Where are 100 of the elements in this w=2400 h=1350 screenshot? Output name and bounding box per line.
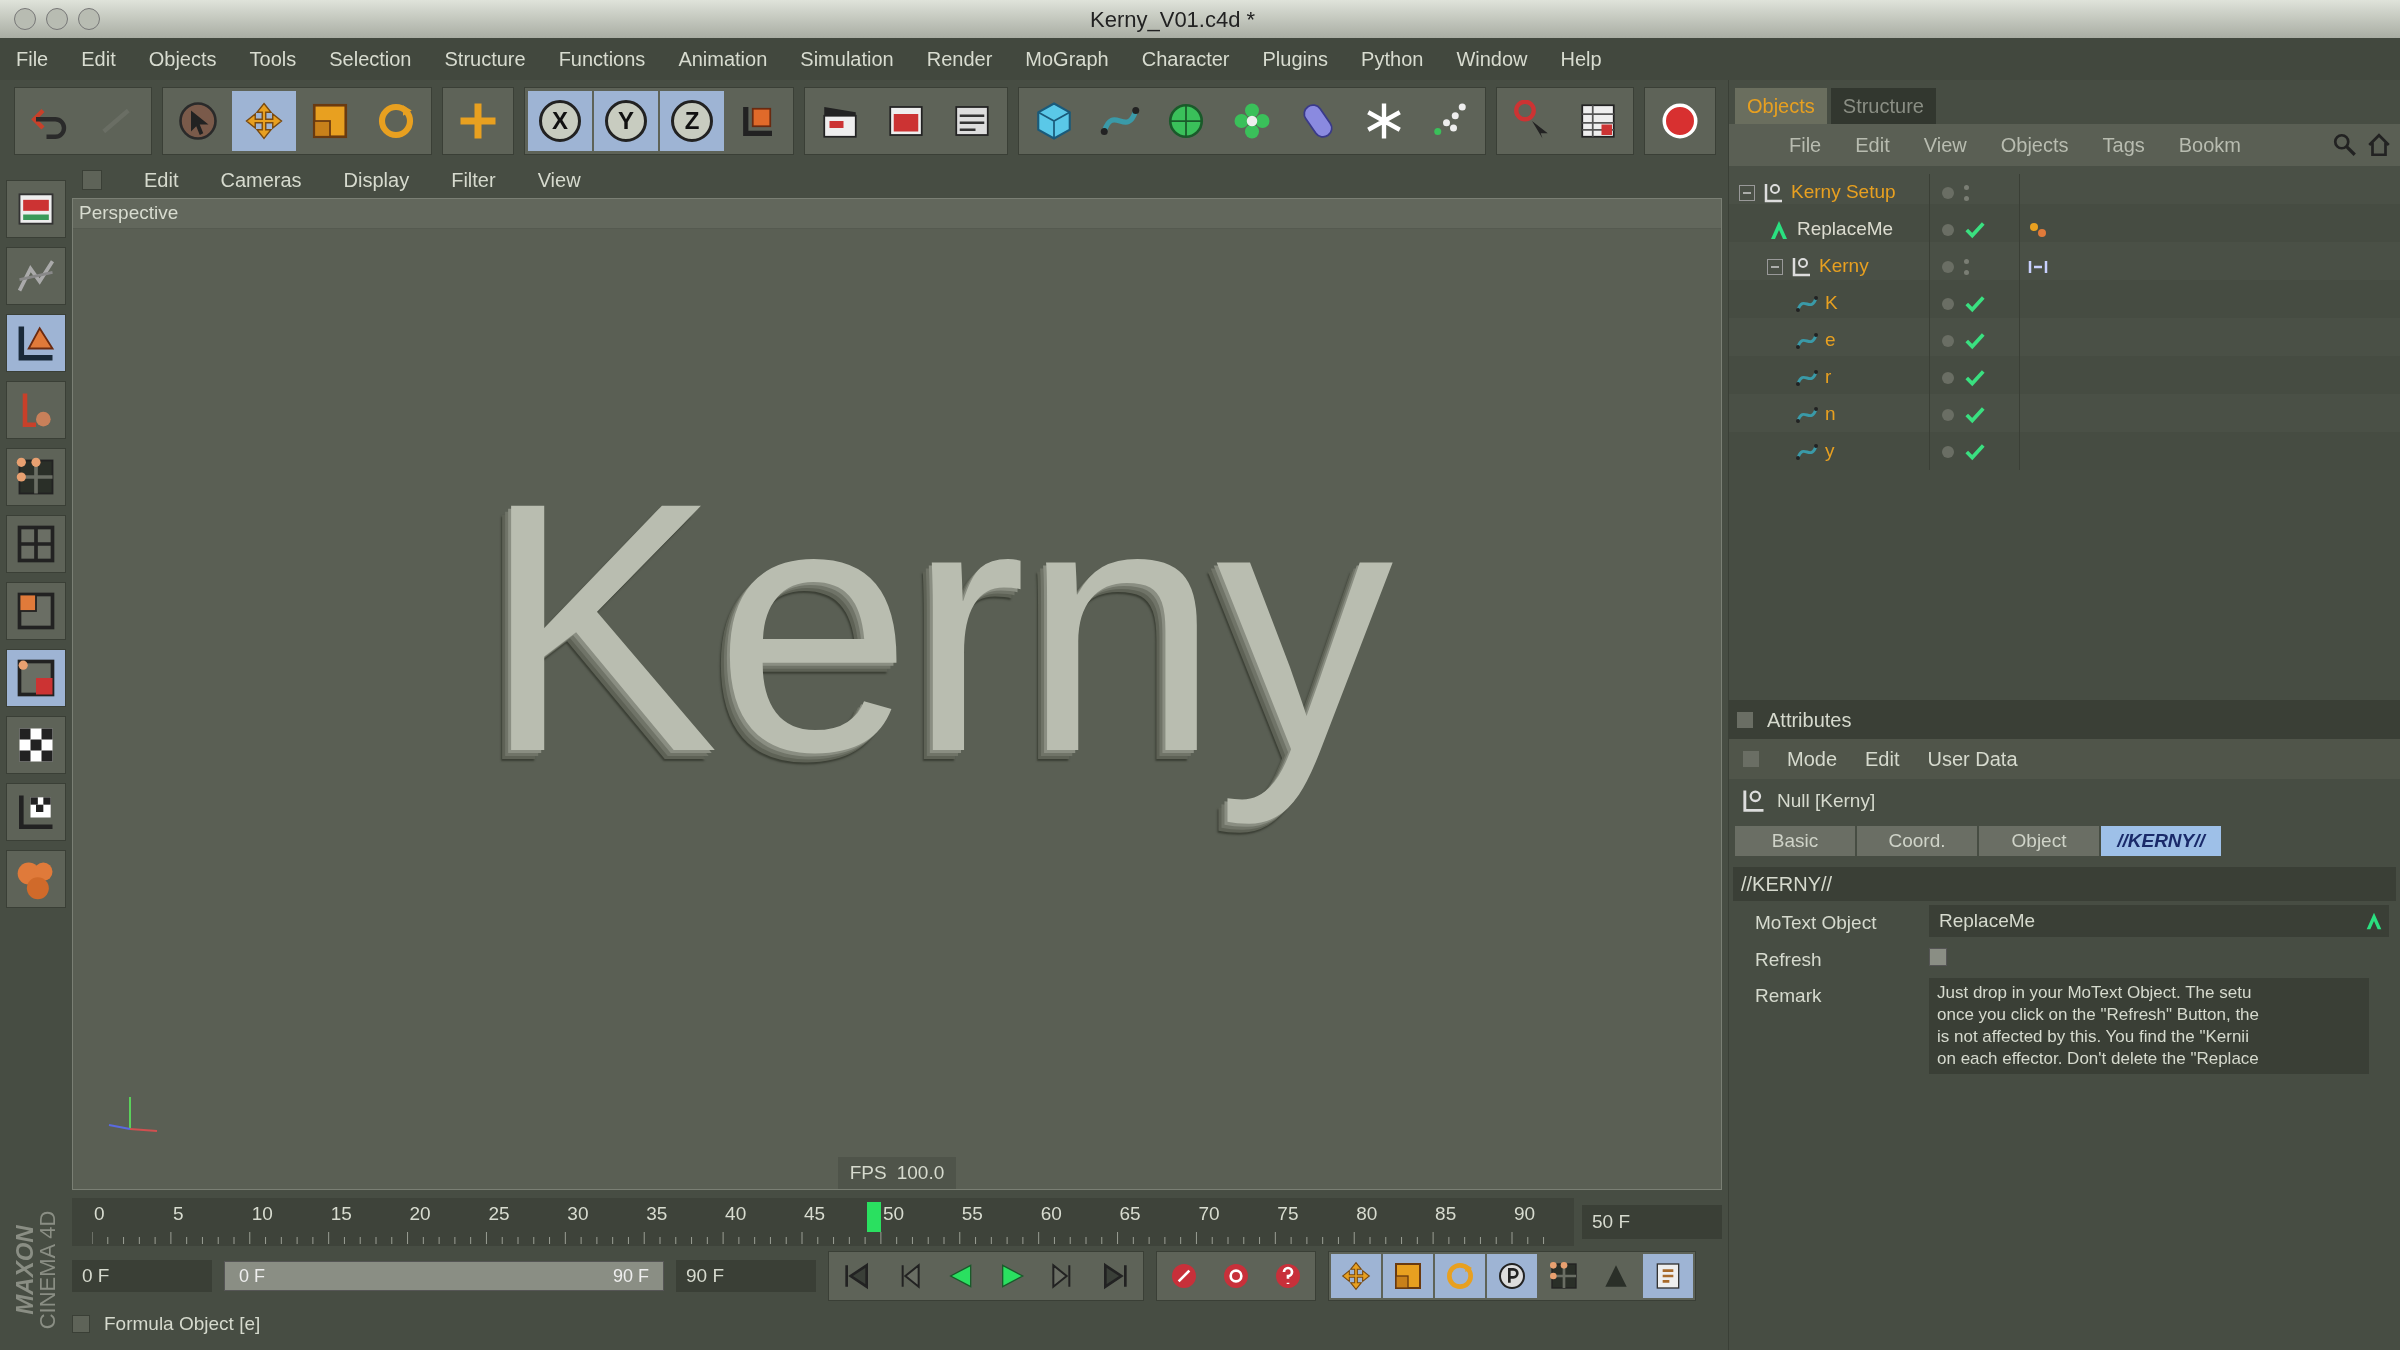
menu-item[interactable]: View [1923,130,1967,160]
menu-item[interactable]: Character [1141,44,1230,74]
axis-lock-button[interactable]: Y [594,91,658,151]
move-icon [243,100,285,142]
menu-item[interactable]: User Data [1927,744,2018,774]
menu-item[interactable]: Edit [81,44,116,74]
object-row[interactable]: e [1729,322,2400,359]
menu-item[interactable]: Objects [2000,130,2069,160]
window-title: Kerny_V01.c4d * [1090,5,1256,34]
attribute-tab[interactable]: Object [1979,826,2099,856]
playback-button[interactable] [1487,1254,1537,1298]
menu-item[interactable]: Edit [1865,744,1900,774]
menu-item[interactable]: Window [1456,44,1528,74]
scale-icon [1392,1260,1424,1292]
refresh-button[interactable] [1929,947,1947,966]
menu-item[interactable]: Tags [2102,130,2145,160]
object-row[interactable]: n [1729,396,2400,433]
menu-item[interactable]: Python [1361,44,1424,74]
tick-label: 30 [567,1202,589,1226]
menu-item[interactable]: Functions [558,44,646,74]
mode-button[interactable] [6,448,66,506]
mode-button[interactable] [6,180,66,238]
expand-toggle[interactable] [1767,258,1783,275]
panel-toggle[interactable] [1743,751,1759,767]
status-icon [72,1315,90,1333]
panel-toggle[interactable] [82,170,102,190]
attribute-tab[interactable]: Basic [1735,826,1855,856]
tick-label: 0 [94,1202,105,1226]
menu-item[interactable]: Cameras [220,165,302,195]
menu-item[interactable]: File [16,44,49,74]
menu-item[interactable]: Plugins [1262,44,1329,74]
playback-button[interactable] [1643,1254,1693,1298]
menu-item[interactable]: Bookm [2178,130,2241,160]
tick-label: 65 [1119,1202,1141,1226]
menu-item[interactable]: Filter [451,165,496,195]
menu-item[interactable]: Objects [148,44,217,74]
panel-tab[interactable]: Structure [1830,88,1936,124]
home-icon[interactable] [2366,132,2392,158]
object-row[interactable]: y [1729,433,2400,470]
current-frame-field[interactable]: 50 F [1582,1205,1722,1239]
object-row[interactable]: Kerny [1729,248,2400,285]
menu-item[interactable]: Tools [249,44,297,74]
attribute-tab[interactable]: //KERNY// [2101,826,2221,856]
remark-line: once you click on the "Refresh" Button, the [1937,1004,2261,1026]
playhead[interactable] [866,1202,881,1232]
menu-item[interactable]: Selection [329,44,412,74]
search-icon[interactable] [2332,132,2358,158]
enable-toggle[interactable] [1964,184,1969,201]
menu-item[interactable]: MoGraph [1025,44,1109,74]
link-field[interactable]: ReplaceMe [1929,905,2389,937]
remark-line: on each effector. Don't delete the "Replace [1937,1048,2260,1070]
object-row[interactable]: Kerny Setup [1729,174,2400,211]
menu-item[interactable]: Structure [444,44,526,74]
object-title: Null [Kerny] [1777,788,1876,813]
menu-item[interactable]: Help [1560,44,1602,74]
scene-text: Kerny [481,428,1390,827]
parameter-icon [1496,1260,1528,1292]
minimize-button[interactable] [46,8,68,30]
attribute-tab[interactable]: Coord. [1857,826,1977,856]
start-frame-field[interactable]: 0 F [72,1260,212,1292]
menu-item[interactable]: Animation [678,44,768,74]
menu-item[interactable]: View [537,165,581,195]
enable-toggle[interactable] [1964,258,1969,275]
object-row[interactable]: r [1729,359,2400,396]
mode-button[interactable] [6,649,66,707]
end-frame-field[interactable]: 90 F [676,1260,816,1292]
menu-item[interactable]: File [1789,130,1822,160]
tick-label: 85 [1435,1202,1457,1226]
menu-item[interactable]: Edit [144,165,179,195]
object-name: Kerny [1819,254,1869,279]
mode-button[interactable] [6,716,66,774]
tick-label: 90 [1514,1202,1536,1226]
axis-lock-button[interactable]: Z [660,91,724,151]
object-row[interactable]: ReplaceMe [1729,211,2400,248]
tick-label: 50 [882,1202,904,1226]
tick-label: 40 [725,1202,747,1226]
viewport[interactable]: Perspective Kerny FPS 100.0 [72,198,1722,1190]
mode-button[interactable] [6,314,66,372]
mode-button[interactable] [6,783,66,841]
panel-toggle[interactable] [1737,712,1753,728]
expand-toggle[interactable] [1739,184,1755,201]
close-button[interactable] [14,8,36,30]
field-label: MoText Object [1754,911,1878,935]
zoom-button[interactable] [78,8,100,30]
timeline-ruler[interactable]: 0 5 10 15 20 25 30 35 40 45 50 55 60 65 70 75 80 85 90 [72,1198,1574,1246]
tick-label: 80 [1356,1202,1378,1226]
tick-label: 45 [804,1202,826,1226]
menu-item[interactable]: Mode [1787,744,1838,774]
axis-lock-button[interactable]: X [528,91,592,151]
logo-text: MAXON [13,1225,37,1315]
tick-label: 75 [1277,1202,1299,1226]
menu-item[interactable]: Display [343,165,410,195]
menu-item[interactable]: Edit [1855,130,1890,160]
remark-line: is not affected by this. You find the "Kernii [1937,1026,2250,1048]
menu-item[interactable]: Render [926,44,993,74]
remark-text-area[interactable]: Just drop in your MoText Object. The setu once you click on the "Refresh" Button, the is not affected by this. You find the "Kernii on each effector. Don't delete the "Replace [1929,978,2369,1074]
object-name: ReplaceMe [1797,217,1894,242]
tick-label: 55 [961,1202,983,1226]
object-row[interactable]: K [1729,285,2400,322]
menu-item[interactable]: Simulation [800,44,894,74]
